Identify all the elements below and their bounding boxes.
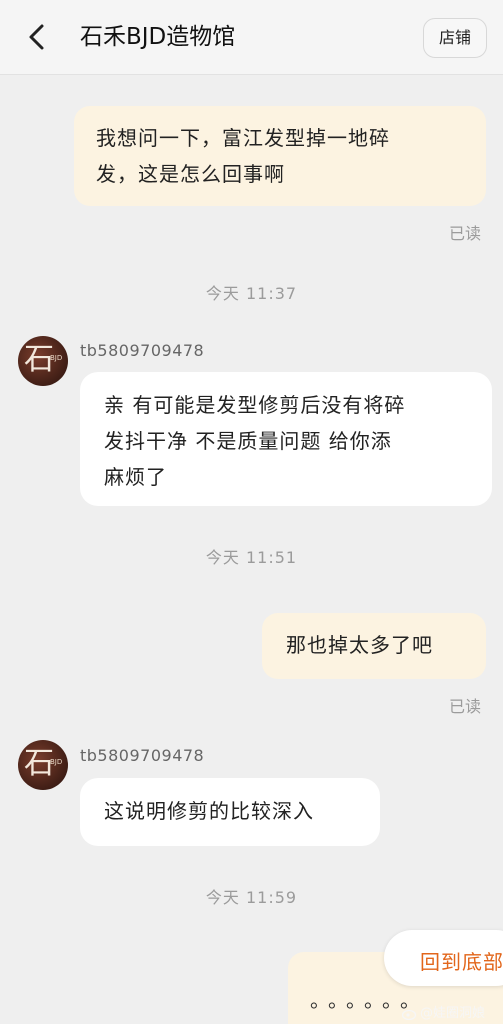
outgoing-message-bubble[interactable]: 那也掉太多了吧 <box>262 613 486 679</box>
scroll-to-bottom-button[interactable]: 回到底部 <box>384 930 503 986</box>
timestamp: 今天 11:51 <box>205 548 298 567</box>
sender-name: tb5809709478 <box>80 341 205 360</box>
incoming-message-bubble[interactable]: 这说明修剪的比较深入 <box>80 778 380 846</box>
read-status: 已读 <box>449 697 482 716</box>
message-text: 这说明修剪的比较深入 <box>104 799 314 823</box>
watermark-text: @娃圈洞娘 <box>420 1006 486 1021</box>
chat-title: 石禾BJD造物馆 <box>80 24 236 50</box>
message-text: 亲 有可能是发型修剪后没有将碎 发抖干净 不是质量问题 给你添 麻烦了 <box>104 393 406 489</box>
scroll-to-bottom-label: 回到底部 <box>420 950 503 974</box>
store-button[interactable]: 店铺 <box>423 18 487 58</box>
avatar-sub: BJD <box>50 354 63 362</box>
sender-name: tb5809709478 <box>80 746 205 765</box>
timestamp: 今天 11:37 <box>205 284 298 303</box>
shop-avatar[interactable]: 石 BJD <box>18 336 68 386</box>
top-bar: 石禾BJD造物馆 店铺 <box>0 0 503 75</box>
avatar-sub: BJD <box>50 758 63 766</box>
read-status: 已读 <box>449 224 482 243</box>
weibo-icon <box>402 1009 417 1020</box>
message-text: 我想问一下，富江发型掉一地碎 发，这是怎么回事啊 <box>96 126 390 186</box>
incoming-message-bubble[interactable]: 亲 有可能是发型修剪后没有将碎 发抖干净 不是质量问题 给你添 麻烦了 <box>80 372 492 506</box>
timestamp: 今天 11:59 <box>205 888 298 907</box>
outgoing-message-bubble[interactable]: 我想问一下，富江发型掉一地碎 发，这是怎么回事啊 <box>74 106 486 206</box>
message-text: 那也掉太多了吧 <box>286 633 433 657</box>
watermark: @娃圈洞娘 <box>402 1002 485 1021</box>
back-arrow-icon[interactable] <box>22 20 52 54</box>
shop-avatar[interactable]: 石 BJD <box>18 740 68 790</box>
